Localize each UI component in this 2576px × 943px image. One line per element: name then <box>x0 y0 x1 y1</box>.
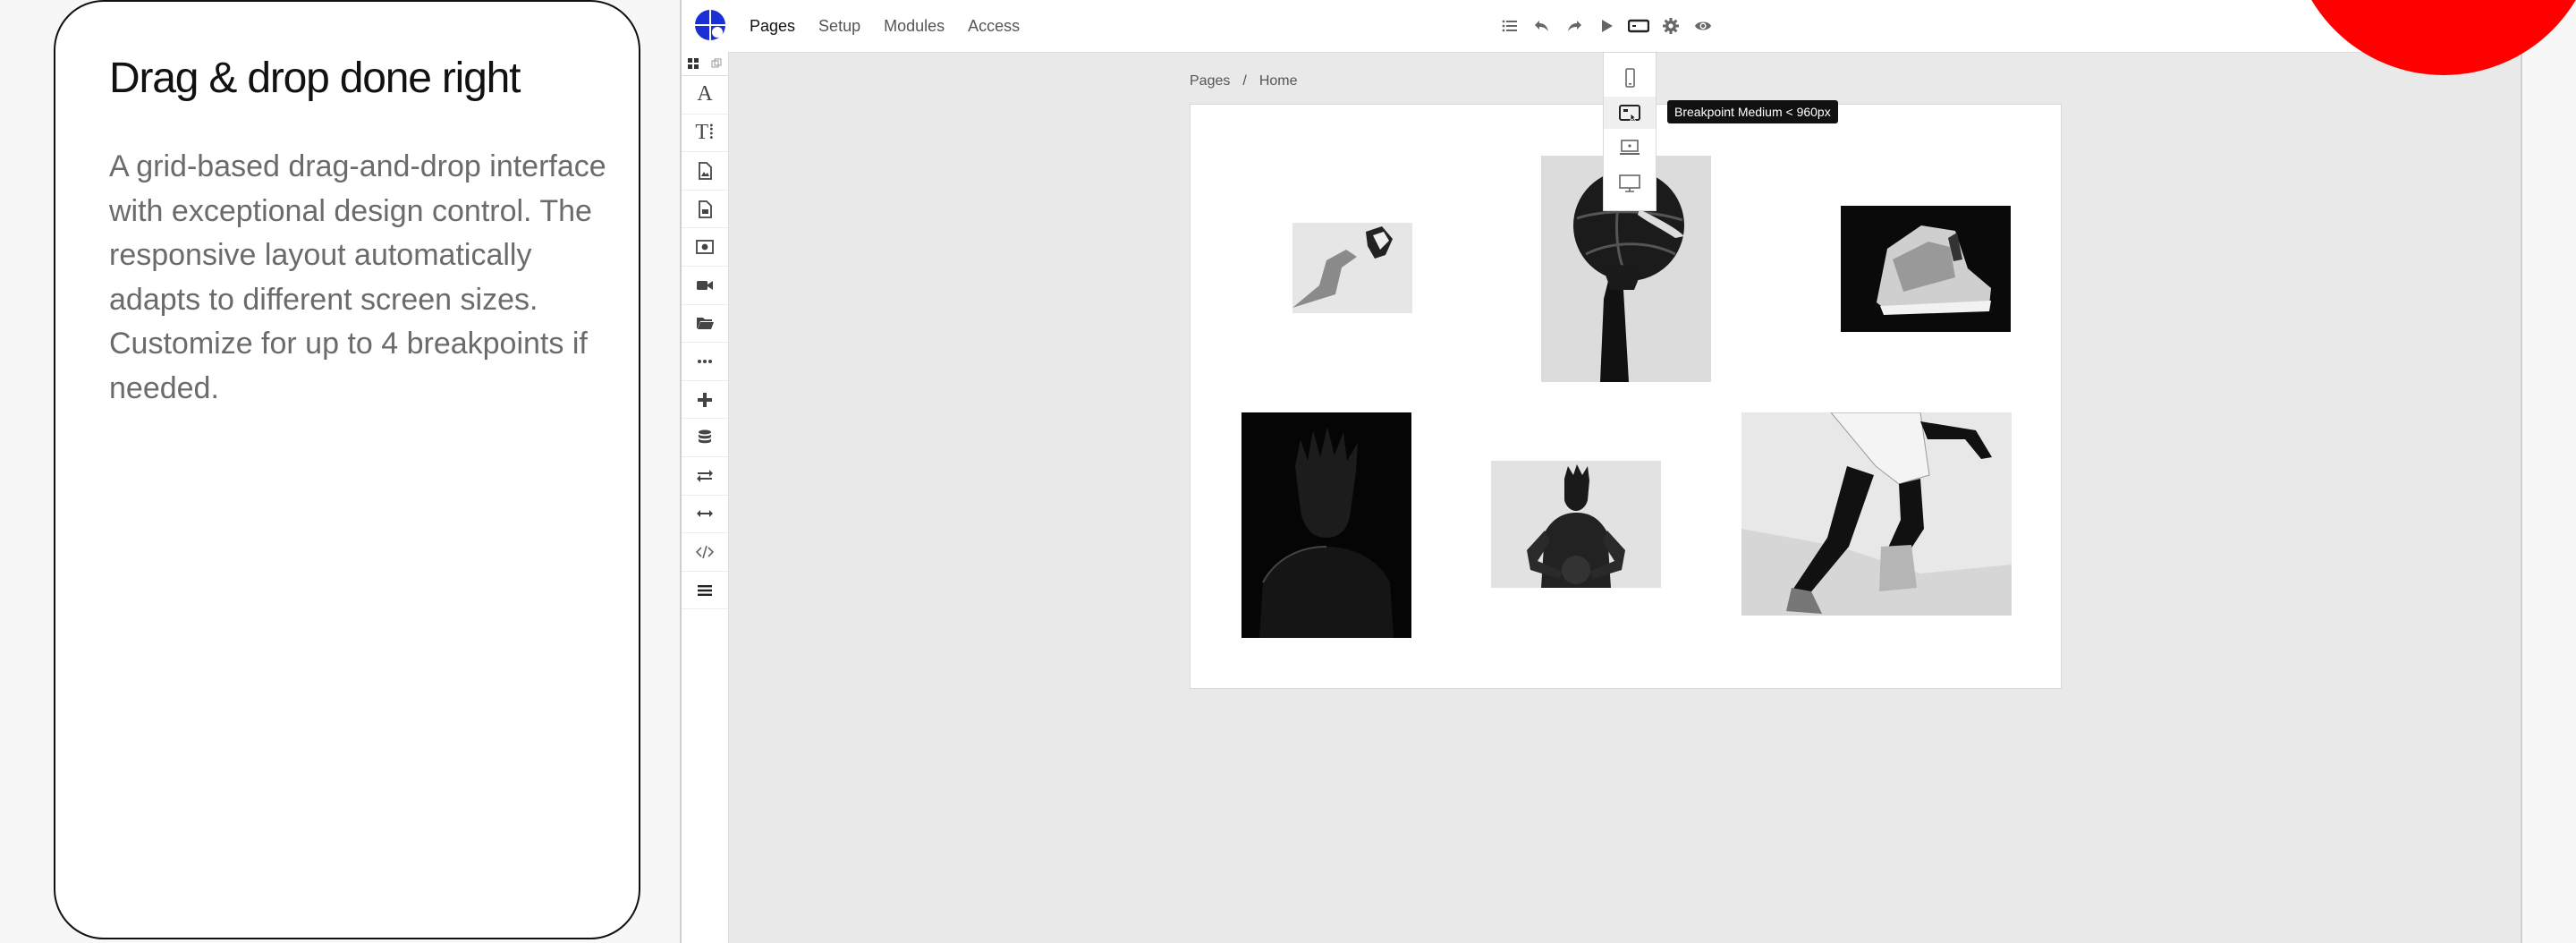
gear-icon[interactable] <box>1655 14 1687 38</box>
grid-tab-icon[interactable] <box>682 52 705 75</box>
eye-icon[interactable] <box>1687 14 1719 38</box>
folder-tool-icon[interactable] <box>682 305 728 344</box>
breakpoint-icon[interactable] <box>1623 14 1655 38</box>
redo-icon[interactable] <box>1558 14 1590 38</box>
nav-access[interactable]: Access <box>968 17 1020 36</box>
swap-tool-icon[interactable] <box>682 457 728 496</box>
top-bar: Pages Setup Modules Access <box>682 0 2521 53</box>
nav-pages[interactable]: Pages <box>750 17 795 36</box>
text-tool-icon[interactable]: T⁞ <box>682 115 728 153</box>
breadcrumb: Pages / Home <box>1190 73 1298 89</box>
breakpoint-menu <box>1603 52 1657 211</box>
video-tool-icon[interactable] <box>682 267 728 305</box>
sidebar-tabs <box>682 52 728 76</box>
layers-tab-icon[interactable] <box>705 52 728 75</box>
code-tool-icon[interactable] <box>682 533 728 572</box>
heading-tool-icon[interactable]: A <box>682 76 728 115</box>
menu-tool-icon[interactable] <box>682 572 728 610</box>
image-player-running[interactable] <box>1741 412 2012 616</box>
mobile-icon[interactable] <box>1604 62 1656 94</box>
editor-window: Pages Setup Modules Access A T⁞ Pages / … <box>680 0 2522 943</box>
tablet-icon[interactable] <box>1604 97 1656 129</box>
breadcrumb-home[interactable]: Home <box>1259 73 1298 89</box>
laptop-icon[interactable] <box>1604 132 1656 164</box>
feature-title: Drag & drop done right <box>109 55 521 102</box>
nav-modules[interactable]: Modules <box>884 17 945 36</box>
file-tool-icon[interactable] <box>682 191 728 229</box>
breadcrumb-pages[interactable]: Pages <box>1190 73 1230 89</box>
breadcrumb-separator: / <box>1242 73 1247 89</box>
spacer-tool-icon[interactable] <box>682 496 728 534</box>
image-tool-icon[interactable] <box>682 152 728 191</box>
database-tool-icon[interactable] <box>682 419 728 457</box>
element-sidebar: A T⁞ <box>682 52 729 943</box>
feature-card: Drag & drop done right A grid-based drag… <box>54 0 640 939</box>
toolbar <box>1494 14 1719 38</box>
desktop-icon[interactable] <box>1604 167 1656 200</box>
nav-setup[interactable]: Setup <box>818 17 860 36</box>
undo-icon[interactable] <box>1526 14 1558 38</box>
play-icon[interactable] <box>1590 14 1623 38</box>
image-sneaker-shadow[interactable] <box>1292 223 1412 313</box>
app-logo[interactable] <box>694 9 726 41</box>
list-icon[interactable] <box>1494 14 1526 38</box>
image-hightop-sneaker[interactable] <box>1841 206 2011 332</box>
gallery-tool-icon[interactable] <box>682 228 728 267</box>
breakpoint-tooltip: Breakpoint Medium < 960px <box>1667 100 1838 123</box>
add-tool-icon[interactable] <box>682 381 728 420</box>
feature-description: A grid-based drag-and-drop interface wit… <box>109 149 606 405</box>
image-player-with-ball[interactable] <box>1491 461 1661 588</box>
main-nav: Pages Setup Modules Access <box>750 0 1020 52</box>
image-silhouette-portrait[interactable] <box>1241 412 1411 638</box>
more-tool-icon[interactable] <box>682 343 728 381</box>
